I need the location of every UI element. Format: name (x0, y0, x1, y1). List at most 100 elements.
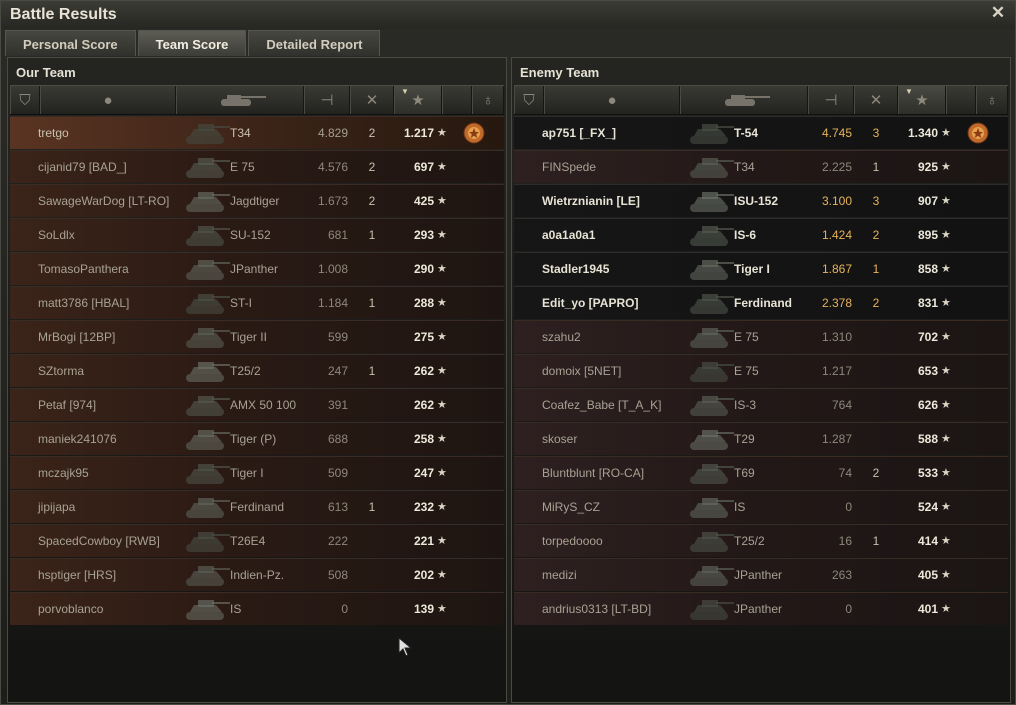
damage-value: 764 (831, 398, 852, 412)
player-name: Coafez_Babe [T_A_K] (542, 398, 662, 412)
kills-column-header[interactable]: ✕ (854, 86, 898, 114)
xp-value: 262 (413, 398, 434, 412)
kills-value: 1 (368, 228, 376, 242)
kills-value: 2 (368, 160, 376, 174)
sort-desc-icon: ▼ (905, 87, 913, 96)
player-name: TomasoPanthera (38, 262, 129, 276)
xp-star-column-header[interactable]: ★ ▼ (394, 86, 442, 114)
player-row[interactable]: Wietrznianin [LE] ISU-152 3.100 3 907 ★ (514, 184, 1008, 217)
tab-team-score[interactable]: Team Score (137, 30, 247, 56)
damage-column-header[interactable]: ⊣ (304, 86, 350, 114)
tab-personal-score[interactable]: Personal Score (5, 30, 136, 56)
player-row[interactable]: MiRyS_CZ IS 0 524 ★ (514, 490, 1008, 523)
xp-value: 895 (917, 228, 938, 242)
vehicle-icon (182, 154, 230, 181)
player-row[interactable]: Stadler1945 Tiger I 1.867 1 858 ★ (514, 252, 1008, 285)
medal-column-header[interactable]: ♁ (472, 86, 504, 114)
vehicle-column-header[interactable] (680, 86, 808, 114)
xp-value: 202 (413, 568, 434, 582)
damage-icon: ⊣ (320, 92, 334, 109)
player-row[interactable]: jipijapa Ferdinand 613 1 232 ★ (10, 490, 504, 523)
kills-column-header[interactable]: ✕ (350, 86, 394, 114)
player-column-header[interactable]: ● (544, 86, 680, 114)
player-row[interactable]: andrius0313 [LT-BD] JPanther 0 401 ★ (514, 592, 1008, 625)
player-row[interactable]: domoix [5NET] E 75 1.217 653 ★ (514, 354, 1008, 387)
player-row[interactable]: SZtorma T25/2 247 1 262 ★ (10, 354, 504, 387)
player-row[interactable]: maniek241076 Tiger (P) 688 258 ★ (10, 422, 504, 455)
kills-value (362, 253, 382, 286)
kills-value (866, 321, 886, 354)
vehicle-icon (686, 222, 734, 249)
player-row[interactable]: a0a1a0a1 IS-6 1.424 2 895 ★ (514, 218, 1008, 251)
player-row[interactable]: tretgo T34 4.829 2 1.217 ★ (10, 116, 504, 149)
player-row[interactable]: Coafez_Babe [T_A_K] IS-3 764 626 ★ (514, 388, 1008, 421)
xp-value: 858 (917, 262, 938, 276)
star-icon: ★ (437, 297, 447, 309)
player-row[interactable]: porvoblanco IS 0 139 ★ (10, 592, 504, 625)
player-row[interactable]: cijanid79 [BAD_] E 75 4.576 2 697 ★ (10, 150, 504, 183)
spacer-column-header (946, 86, 976, 114)
damage-value: 263 (831, 568, 852, 582)
xp-value: 414 (917, 534, 938, 548)
player-row[interactable]: hsptiger [HRS] Indien-Pz. 508 202 ★ (10, 558, 504, 591)
xp-value: 702 (917, 330, 938, 344)
xp-value: 288 (413, 296, 434, 310)
squad-column-header[interactable]: ⛉ (514, 86, 544, 114)
player-name: hsptiger [HRS] (38, 568, 117, 582)
player-row[interactable]: ap751 [_FX_] T-54 4.745 3 1.340 ★ (514, 116, 1008, 149)
player-row[interactable]: SpacedCowboy [RWB] T26E4 222 221 ★ (10, 524, 504, 557)
kills-value: 1 (368, 364, 376, 378)
vehicle-icon (182, 188, 230, 215)
star-icon: ★ (437, 161, 447, 173)
xp-value: 524 (917, 500, 938, 514)
player-name: SpacedCowboy [RWB] (38, 534, 160, 548)
close-icon[interactable]: ✕ (989, 4, 1007, 22)
star-icon: ★ (437, 467, 447, 479)
player-row[interactable]: szahu2 E 75 1.310 702 ★ (514, 320, 1008, 353)
player-row[interactable]: torpedoooo T25/2 16 1 414 ★ (514, 524, 1008, 557)
player-row[interactable]: Bluntblunt [RO-CA] T69 74 2 533 ★ (514, 456, 1008, 489)
kills-value: 1 (368, 500, 376, 514)
player-row[interactable]: mczajk95 Tiger I 509 247 ★ (10, 456, 504, 489)
player-row[interactable]: SawageWarDog [LT-RO] Jagdtiger 1.673 2 4… (10, 184, 504, 217)
sort-desc-icon: ▼ (401, 87, 409, 96)
kills-icon: ✕ (869, 92, 883, 109)
player-row[interactable]: FINSpede T34 2.225 1 925 ★ (514, 150, 1008, 183)
player-row[interactable]: MrBogi [12BP] Tiger II 599 275 ★ (10, 320, 504, 353)
vehicle-column-header[interactable] (176, 86, 304, 114)
damage-value: 1.424 (821, 228, 852, 242)
xp-star-icon: ★ (411, 92, 425, 109)
player-name: FINSpede (542, 160, 597, 174)
xp-star-column-header[interactable]: ★ ▼ (898, 86, 946, 114)
damage-column-header[interactable]: ⊣ (808, 86, 854, 114)
player-name: Bluntblunt [RO-CA] (542, 466, 645, 480)
kills-value (866, 423, 886, 456)
vehicle-icon (686, 562, 734, 589)
player-row[interactable]: TomasoPanthera JPanther 1.008 290 ★ (10, 252, 504, 285)
xp-value: 275 (413, 330, 434, 344)
xp-star-icon: ★ (915, 92, 929, 109)
player-row[interactable]: medizi JPanther 263 405 ★ (514, 558, 1008, 591)
vehicle-icon (182, 596, 230, 623)
player-row[interactable]: Petaf [974] AMX 50 100 391 262 ★ (10, 388, 504, 421)
spacer-column-header (442, 86, 472, 114)
player-column-header[interactable]: ● (40, 86, 176, 114)
mouse-cursor-icon (398, 637, 413, 657)
damage-value: 688 (327, 432, 348, 446)
star-icon: ★ (941, 399, 951, 411)
player-row[interactable]: skoser T29 1.287 588 ★ (514, 422, 1008, 455)
kills-value (866, 389, 886, 422)
xp-value: 925 (917, 160, 938, 174)
player-row[interactable]: matt3786 [HBAL] ST-I 1.184 1 288 ★ (10, 286, 504, 319)
tab-detailed-report[interactable]: Detailed Report (248, 30, 381, 56)
player-row[interactable]: Edit_yo [PAPRO] Ferdinand 2.378 2 831 ★ (514, 286, 1008, 319)
medal-column-header[interactable]: ♁ (976, 86, 1008, 114)
medal-icon[interactable] (966, 121, 990, 145)
medal-icon[interactable] (462, 121, 486, 145)
damage-value: 0 (341, 602, 348, 616)
player-row[interactable]: SoLdlx SU-152 681 1 293 ★ (10, 218, 504, 251)
kills-value: 2 (872, 296, 880, 310)
squad-column-header[interactable]: ⛉ (10, 86, 40, 114)
damage-icon: ⊣ (824, 92, 838, 109)
star-icon: ★ (941, 161, 951, 173)
